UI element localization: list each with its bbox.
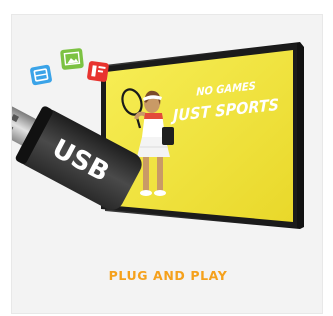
feature-caption: PLUG AND PLAY <box>108 268 228 283</box>
presentation-icon <box>87 61 109 82</box>
image-icon <box>60 48 84 70</box>
plug-and-play-illustration: NO GAMES JUST SPORTS USB <box>12 42 304 229</box>
document-icon <box>30 64 52 86</box>
tv-screen: NO GAMES JUST SPORTS <box>101 42 304 229</box>
feature-card: NO GAMES JUST SPORTS USB PLUG AND PLAY <box>11 14 323 314</box>
screen-display <box>106 50 293 222</box>
